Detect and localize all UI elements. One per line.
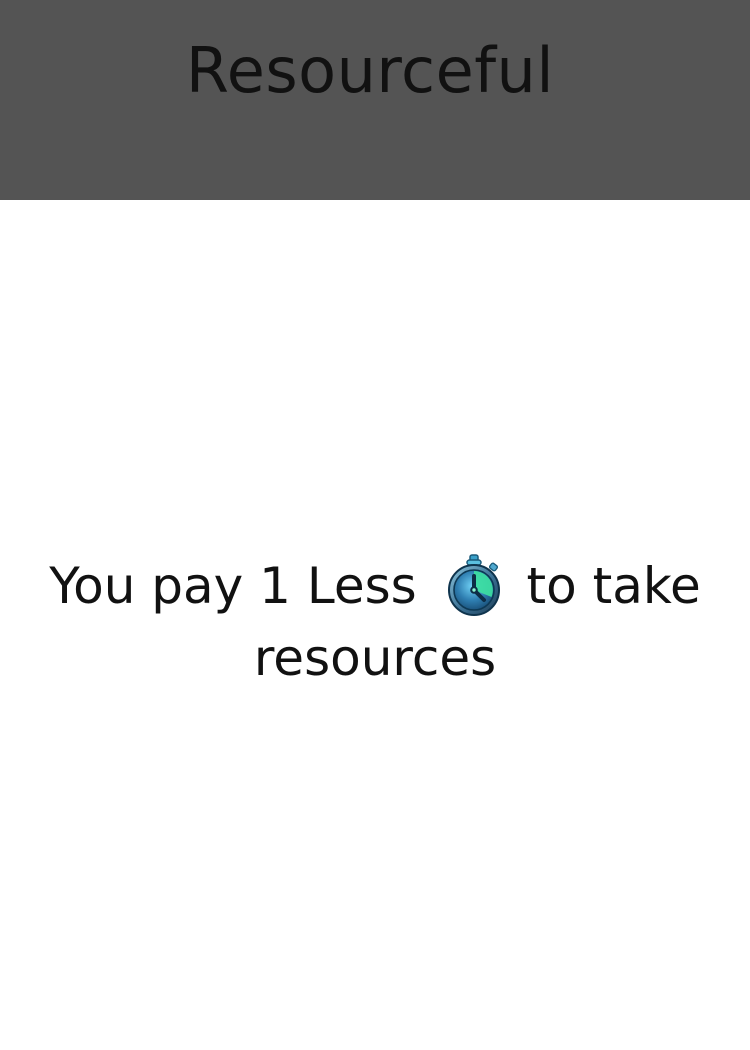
card-title: Resourceful bbox=[185, 34, 555, 107]
card-header: Resourceful bbox=[0, 0, 750, 200]
card-description: You pay 1 Less to take resources bbox=[20, 550, 730, 694]
description-text-before-icon: You pay 1 Less bbox=[49, 557, 417, 615]
stopwatch-icon bbox=[445, 553, 503, 617]
ability-card: Resourceful You pay 1 Less to take resou… bbox=[0, 0, 750, 1050]
